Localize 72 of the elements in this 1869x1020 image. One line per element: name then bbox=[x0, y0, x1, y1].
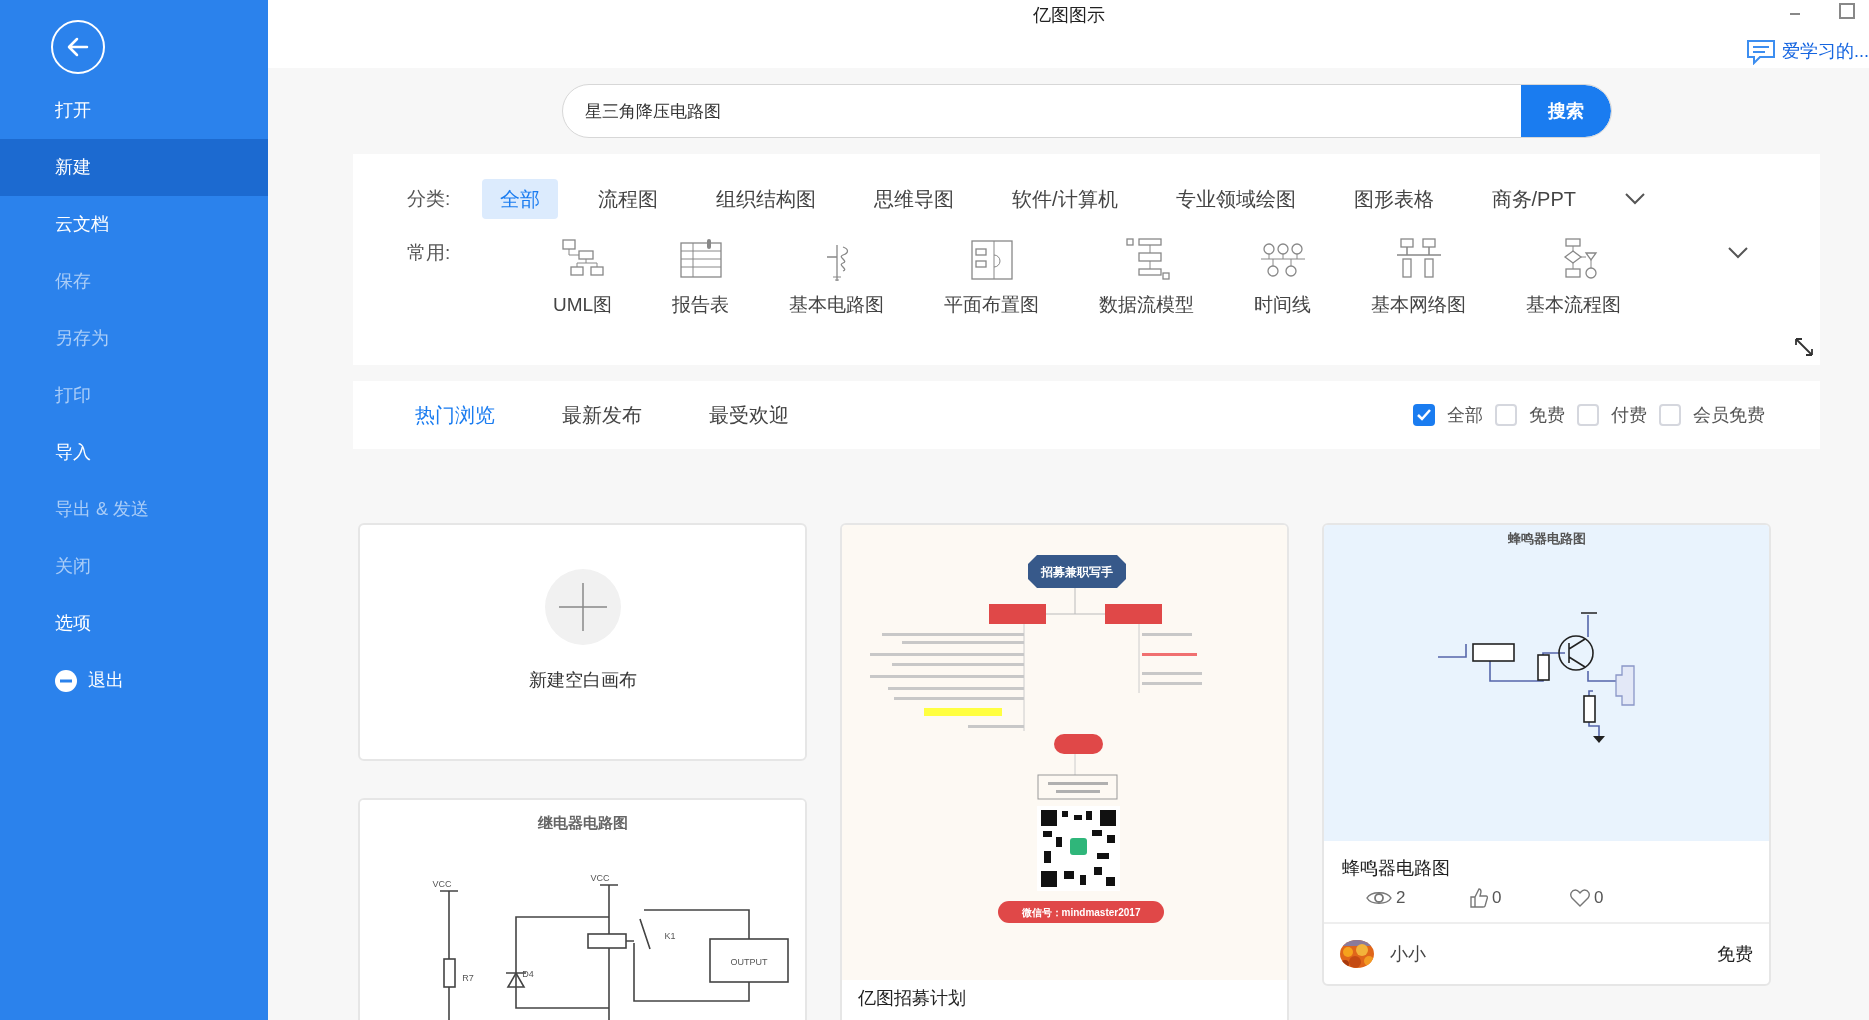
sidebar-item[interactable]: 打开 bbox=[0, 82, 268, 139]
checkbox[interactable] bbox=[1659, 404, 1681, 426]
category-tab[interactable]: 组织结构图 bbox=[698, 179, 834, 219]
filter-label: 会员免费 bbox=[1693, 403, 1765, 427]
circuit-label: VCC bbox=[590, 872, 610, 883]
new-blank-card[interactable]: 新建空白画布 bbox=[358, 523, 807, 761]
price-label: 免费 bbox=[1717, 942, 1753, 966]
category-tab[interactable]: 商务/PPT bbox=[1473, 179, 1594, 219]
category-tab[interactable]: 流程图 bbox=[580, 179, 676, 219]
template-type-item[interactable]: 数据流模型 bbox=[1099, 237, 1195, 320]
search-button[interactable]: 搜索 bbox=[1521, 85, 1611, 137]
filter-label: 免费 bbox=[1529, 403, 1565, 427]
template-card[interactable]: 蜂鸣器电路图 蜂鸣器电路图 2 0 0 小小 免费 bbox=[1322, 523, 1771, 986]
thumbnail-title: 蜂鸣器电路图 bbox=[1507, 530, 1586, 548]
circuit-label: K1 bbox=[664, 930, 676, 941]
common-label: 常用: bbox=[407, 241, 452, 265]
like-count: 0 bbox=[1492, 887, 1502, 910]
checkbox[interactable] bbox=[1413, 404, 1435, 426]
sidebar-item[interactable]: 退出 bbox=[0, 652, 268, 709]
sidebar-item[interactable]: 导入 bbox=[0, 424, 268, 481]
mind-map-caption: 微信号：mindmaster2017 bbox=[1021, 907, 1141, 918]
chat-icon[interactable] bbox=[1746, 38, 1776, 65]
view-count: 2 bbox=[1396, 887, 1406, 910]
category-label: 分类: bbox=[407, 186, 452, 211]
circuit-label: D4 bbox=[522, 968, 534, 979]
sidebar-item[interactable]: 选项 bbox=[0, 595, 268, 652]
filter-label: 全部 bbox=[1447, 403, 1483, 427]
circuit-label: OUTPUT bbox=[730, 956, 768, 967]
check-icon bbox=[1416, 408, 1432, 422]
window-title: 亿图图示 bbox=[1032, 4, 1105, 27]
search-field[interactable]: 星三角降压电路图 搜索 bbox=[562, 84, 1612, 138]
account-link[interactable]: 爱学习的... bbox=[1782, 38, 1869, 65]
category-tab[interactable]: 软件/计算机 bbox=[994, 179, 1136, 219]
template-type-item[interactable]: 平面布置图 bbox=[944, 237, 1040, 320]
tab[interactable]: 热门浏览 bbox=[415, 400, 495, 430]
checkbox[interactable] bbox=[1577, 404, 1599, 426]
author-name: 小小 bbox=[1390, 942, 1426, 966]
thumbs-up-icon[interactable] bbox=[1470, 888, 1488, 908]
plus-icon bbox=[544, 569, 621, 645]
chevron-down-icon[interactable] bbox=[1727, 246, 1749, 260]
template-card[interactable]: 招募兼职写手 微信号：mindmaster2017 亿图招募计划 bbox=[840, 523, 1289, 1020]
eye-icon bbox=[1366, 889, 1392, 907]
chevron-down-icon[interactable] bbox=[1624, 192, 1646, 206]
minus-circle-icon bbox=[54, 668, 78, 693]
maximize-button[interactable] bbox=[1839, 3, 1855, 19]
category-tab[interactable]: 图形表格 bbox=[1335, 179, 1452, 219]
template-type-item[interactable]: 时间线 bbox=[1254, 237, 1312, 320]
template-type-item[interactable]: 基本流程图 bbox=[1526, 237, 1622, 320]
card-title: 亿图招募计划 bbox=[857, 987, 967, 1010]
expand-icon[interactable] bbox=[1793, 336, 1815, 358]
tab[interactable]: 最新发布 bbox=[562, 400, 642, 430]
card-label: 新建空白画布 bbox=[528, 669, 637, 692]
sidebar-item[interactable]: 新建 bbox=[0, 139, 268, 196]
circuit-label: VCC bbox=[432, 878, 452, 889]
checkbox[interactable] bbox=[1495, 404, 1517, 426]
back-button[interactable] bbox=[51, 20, 105, 74]
tab[interactable]: 最受欢迎 bbox=[709, 400, 789, 430]
category-tab[interactable]: 思维导图 bbox=[856, 179, 972, 219]
mind-map-title: 招募兼职写手 bbox=[1041, 565, 1113, 579]
template-type-item[interactable]: 基本网络图 bbox=[1371, 237, 1467, 320]
card-title: 蜂鸣器电路图 bbox=[1341, 857, 1451, 880]
category-tab[interactable]: 专业领域绘图 bbox=[1157, 179, 1314, 219]
heart-icon[interactable] bbox=[1570, 889, 1590, 907]
sidebar-item[interactable]: 云文档 bbox=[0, 196, 268, 253]
favorite-count: 0 bbox=[1594, 887, 1604, 910]
template-card[interactable]: 继电器电路图 VCC VCC R7 D4 K1 OUTPUT bbox=[358, 798, 807, 1020]
template-type-item[interactable]: UML图 bbox=[553, 237, 613, 320]
filter-label: 付费 bbox=[1611, 403, 1647, 427]
template-type-item[interactable]: 基本电路图 bbox=[789, 237, 885, 320]
thumbnail-title: 继电器电路图 bbox=[537, 813, 628, 833]
template-type-item[interactable]: 报告表 bbox=[672, 237, 730, 320]
circuit-label: R7 bbox=[462, 972, 474, 983]
